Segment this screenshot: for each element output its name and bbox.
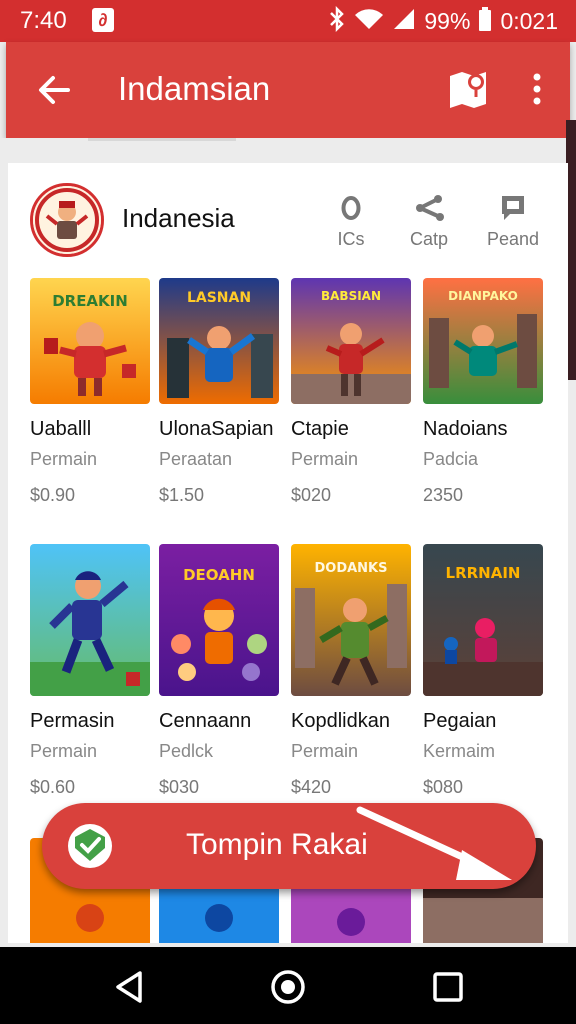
stat-label: Catp (409, 229, 449, 249)
more-vert-icon[interactable] (522, 68, 552, 110)
stat-label: Peand (486, 229, 540, 249)
app-name: UlonaSapian (159, 418, 274, 440)
app-thumbnail[interactable]: LASNAN (159, 278, 279, 404)
app-category: Permain (291, 741, 359, 761)
circle-icon (316, 191, 386, 225)
map-pin-icon[interactable] (446, 66, 492, 112)
stat-label: ICs (337, 229, 365, 249)
app-tile[interactable]: LRRNAIN Pegaian Kermaim $080 (423, 544, 543, 798)
app-thumbnail[interactable]: BABSIAN (291, 278, 411, 404)
app-thumbnail[interactable]: LRRNAIN (423, 544, 543, 696)
app-tile[interactable]: Permasin Permain $0.60 (30, 544, 150, 798)
notification-icon: ∂ (92, 8, 114, 32)
app-category: Padcia (423, 449, 479, 469)
app-price: $420 (291, 777, 332, 797)
status-bar: 7:40 ∂ 99% 0:021 (0, 0, 576, 42)
battery-icon (478, 7, 492, 36)
app-tile[interactable]: LASNAN UlonaSapian Peraatan $1.50 (159, 278, 279, 506)
app-thumbnail[interactable]: DODANKS (291, 544, 411, 696)
home-circle-icon[interactable] (268, 967, 308, 1007)
share-icon (394, 191, 464, 225)
install-button[interactable]: Tompin Rakai (42, 803, 536, 889)
app-name: Kopdlidkan (291, 710, 390, 732)
app-tile[interactable]: DIANPAKO Nadoians Padcia 2350 (423, 278, 543, 506)
app-name: Uaballl (30, 418, 92, 440)
stat-ics[interactable]: ICs (316, 191, 386, 250)
app-title: Indamsian (118, 70, 271, 107)
thumb-title: LRRNAIN (446, 564, 521, 582)
thumb-title: DIANPAKO (448, 289, 518, 303)
app-category: Pedlck (159, 741, 214, 761)
install-button-label: Tompin Rakai (186, 828, 368, 861)
stat-catp[interactable]: Catp (394, 191, 464, 250)
app-category: Permain (30, 741, 98, 761)
app-price: $0.60 (30, 777, 76, 797)
app-thumbnail[interactable]: DEOAHN (159, 544, 279, 696)
signal-icon (392, 7, 416, 36)
back-triangle-icon[interactable] (110, 967, 150, 1007)
app-price: $0.90 (30, 485, 76, 505)
recents-square-icon[interactable] (428, 967, 468, 1007)
app-price: $1.50 (159, 485, 205, 505)
developer-name: Indanesia (122, 203, 235, 233)
app-category: Peraatan (159, 449, 233, 469)
app-name: Pegaian (423, 710, 497, 732)
status-clock: 0:021 (500, 8, 558, 34)
navigation-bar (0, 947, 576, 1024)
app-name: Permasin (30, 710, 115, 732)
app-price: 2350 (423, 485, 464, 505)
stat-peand[interactable]: Peand (478, 191, 548, 250)
check-shield-icon (68, 824, 112, 868)
app-price: $030 (159, 777, 200, 797)
app-name: Ctapie (291, 418, 349, 440)
app-tile[interactable]: DREAKIN Uaballl Permain $0.90 (30, 278, 150, 506)
app-name: Cennaann (159, 710, 252, 732)
thumb-title: DREAKIN (52, 292, 128, 310)
app-bar: Indamsian (6, 42, 570, 138)
app-thumbnail[interactable]: DREAKIN (30, 278, 150, 404)
battery-percent: 99% (424, 8, 471, 34)
app-tile[interactable]: BABSIAN Ctapie Permain $020 (291, 278, 411, 506)
app-tile[interactable]: DODANKS Kopdlidkan Permain $420 (291, 544, 411, 798)
thumb-title: DEOAHN (183, 566, 255, 584)
tab-indicator (88, 138, 236, 141)
status-right-group: 99% 0:021 (328, 5, 558, 37)
app-category: Kermaim (423, 741, 496, 761)
developer-avatar[interactable] (30, 183, 104, 257)
app-name: Nadoians (423, 418, 508, 440)
app-price: $020 (291, 485, 332, 505)
app-category: Permain (30, 449, 98, 469)
thumb-title: DODANKS (314, 561, 387, 576)
app-thumbnail[interactable]: DIANPAKO (423, 278, 543, 404)
bluetooth-icon (328, 5, 346, 37)
app-price: $080 (423, 777, 464, 797)
back-arrow-icon[interactable] (34, 70, 74, 110)
thumb-title: BABSIAN (321, 289, 381, 303)
app-thumbnail[interactable] (30, 544, 150, 696)
thumb-title: LASNAN (187, 290, 251, 306)
app-category: Permain (291, 449, 359, 469)
comment-icon (478, 191, 548, 225)
app-tile[interactable]: DEOAHN Cennaann Pedlck $030 (159, 544, 279, 798)
status-time: 7:40 (20, 7, 67, 34)
wifi-icon (354, 7, 384, 36)
